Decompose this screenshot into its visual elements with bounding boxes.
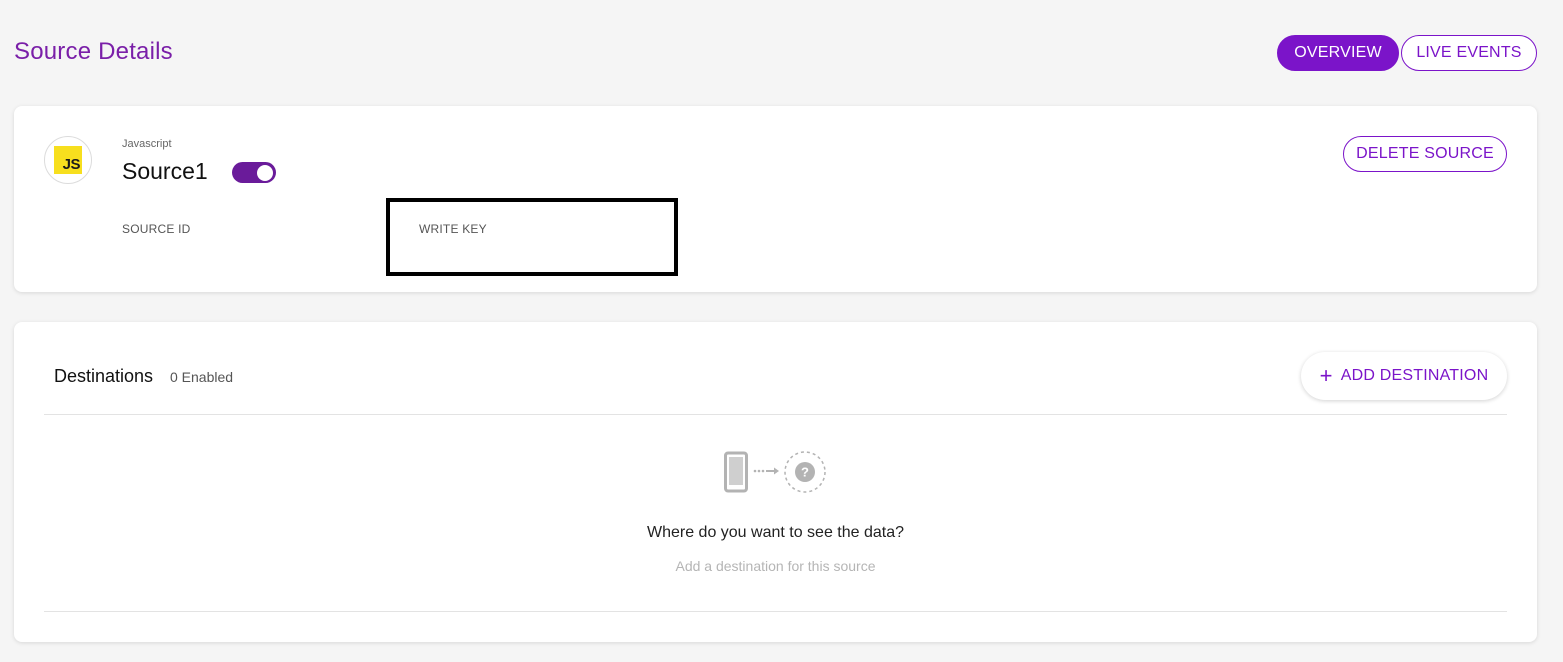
source-enabled-toggle[interactable] bbox=[232, 162, 276, 183]
add-destination-label: ADD DESTINATION bbox=[1340, 367, 1489, 384]
write-key-label: WRITE KEY bbox=[419, 222, 487, 236]
destinations-card: Destinations 0 Enabled + ADD DESTINATION… bbox=[14, 322, 1537, 642]
dotted-arrow-icon bbox=[753, 467, 779, 475]
write-key-highlight bbox=[386, 198, 678, 276]
tab-overview[interactable]: OVERVIEW bbox=[1277, 35, 1399, 71]
divider bbox=[44, 414, 1507, 415]
phone-icon bbox=[724, 451, 748, 493]
destinations-title: Destinations bbox=[54, 366, 154, 386]
question-icon: ? bbox=[784, 451, 826, 493]
empty-state-title: Where do you want to see the data? bbox=[646, 524, 905, 541]
empty-state-subtitle: Add a destination for this source bbox=[675, 558, 876, 574]
plus-icon: + bbox=[1319, 363, 1333, 388]
divider bbox=[44, 611, 1507, 612]
logo-text: JS bbox=[62, 156, 81, 173]
source-id-label: SOURCE ID bbox=[122, 222, 191, 236]
toggle-knob bbox=[257, 164, 273, 181]
source-card: JS Javascript Source1 SOURCE ID WRITE KE… bbox=[14, 106, 1537, 292]
page-title: Source Details bbox=[14, 38, 173, 65]
delete-source-button[interactable]: DELETE SOURCE bbox=[1343, 136, 1507, 172]
source-name: Source1 bbox=[122, 158, 208, 184]
destinations-count: 0 Enabled bbox=[170, 369, 234, 385]
svg-text:?: ? bbox=[801, 465, 809, 480]
tab-live-events[interactable]: LIVE EVENTS bbox=[1401, 35, 1537, 71]
source-logo: JS bbox=[44, 136, 92, 184]
add-destination-button[interactable]: + ADD DESTINATION bbox=[1301, 352, 1507, 400]
empty-state-illustration: ? bbox=[724, 451, 826, 493]
javascript-logo-icon: JS bbox=[54, 146, 82, 174]
view-tabs: OVERVIEW LIVE EVENTS bbox=[1277, 35, 1537, 71]
source-type: Javascript bbox=[122, 138, 172, 150]
